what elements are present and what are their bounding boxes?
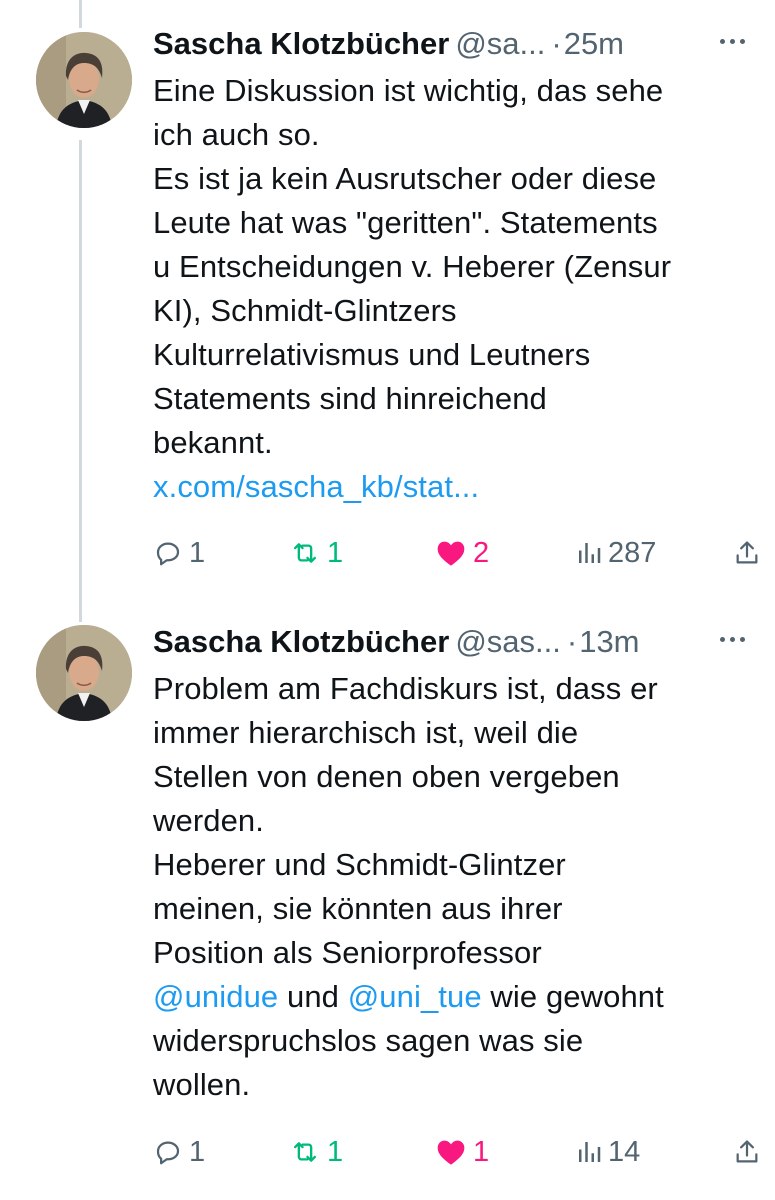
tweet-text: Problem am Fachdiskurs ist, dass er imme… — [153, 667, 755, 1107]
heart-icon — [437, 1140, 465, 1165]
text-line: Problem am Fachdiskurs ist, dass er — [153, 671, 658, 706]
retweet-button[interactable]: 1 — [289, 1132, 343, 1172]
separator-dot: · — [566, 624, 578, 659]
mention-uni-tue[interactable]: @uni_tue — [348, 979, 482, 1014]
like-button[interactable]: 2 — [435, 533, 489, 573]
retweet-icon — [293, 1142, 317, 1162]
tweet[interactable]: Sascha Klotzbücher @sa... · 25m Eine Dis… — [0, 0, 775, 600]
mention-connector: und — [278, 979, 348, 1014]
text-line: meinen, sie könnten aus ihrer — [153, 891, 563, 926]
text-line: Position als Seniorprofessor — [153, 935, 542, 970]
tweet-text: Eine Diskussion ist wichtig, das sehe ic… — [153, 69, 755, 509]
text-line: Kulturrelativismus und Leutners — [153, 337, 591, 372]
reply-button[interactable]: 1 — [153, 1132, 205, 1172]
retweet-count: 1 — [327, 536, 344, 569]
views-icon — [579, 543, 601, 563]
tweet-link[interactable]: x.com/sascha_kb/stat... — [153, 465, 755, 509]
text-line-with-mentions: @unidue und @uni_tue wie gewohnt — [153, 975, 755, 1019]
tweet[interactable]: Sascha Klotzbücher @sas... · 13m Problem… — [0, 600, 775, 1200]
author-handle[interactable]: @sas... — [455, 624, 561, 660]
text-line: wollen. — [153, 1067, 251, 1102]
views-button[interactable]: 14 — [576, 1132, 640, 1172]
text-line: immer hierarchisch ist, weil die — [153, 715, 579, 750]
timestamp[interactable]: 13m — [579, 624, 639, 660]
avatar[interactable] — [36, 32, 132, 128]
text-line: Leute hat was "geritten". Statements — [153, 205, 658, 240]
share-icon — [736, 1140, 758, 1163]
reply-button[interactable]: 1 — [153, 533, 205, 573]
retweet-icon — [293, 543, 317, 563]
text-line: Stellen von denen oben vergeben — [153, 759, 620, 794]
author-name[interactable]: Sascha Klotzbücher — [153, 26, 449, 62]
text-line: ich auch so. — [153, 117, 320, 152]
separator-dot: · — [551, 26, 562, 61]
share-button[interactable] — [733, 1132, 761, 1172]
more-icon[interactable] — [715, 622, 749, 656]
text-line: werden. — [153, 803, 264, 838]
reply-count: 1 — [189, 536, 206, 569]
text-line: KI), Schmidt-Glintzers — [153, 293, 457, 328]
text-line: widerspruchslos sagen was sie — [153, 1023, 584, 1058]
view-count: 14 — [608, 1135, 641, 1168]
retweet-count: 1 — [327, 1135, 344, 1168]
reply-count: 1 — [189, 1135, 206, 1168]
like-count: 1 — [473, 1135, 490, 1168]
views-button[interactable]: 287 — [576, 533, 656, 573]
like-count: 2 — [473, 536, 490, 569]
timestamp[interactable]: 25m — [564, 26, 624, 62]
retweet-button[interactable]: 1 — [289, 533, 343, 573]
text-line: Statements sind hinreichend — [153, 381, 547, 416]
share-button[interactable] — [733, 533, 761, 573]
text-line: Heberer und Schmidt-Glintzer — [153, 847, 566, 882]
view-count: 287 — [608, 536, 657, 569]
views-icon — [579, 1142, 601, 1162]
author-handle[interactable]: @sa... — [455, 26, 545, 62]
reply-icon — [156, 1141, 180, 1165]
text-line: u Entscheidungen v. Heberer (Zensur — [153, 249, 672, 284]
action-bar: 1 1 2 287 — [153, 533, 775, 573]
tweet-header: Sascha Klotzbücher @sas... · 13m — [153, 620, 755, 664]
reply-icon — [156, 542, 180, 566]
mention-unidue[interactable]: @unidue — [153, 979, 278, 1014]
text-line: Eine Diskussion ist wichtig, das sehe — [153, 73, 664, 108]
action-bar: 1 1 1 14 — [153, 1132, 775, 1172]
like-button[interactable]: 1 — [435, 1132, 489, 1172]
text-line: Es ist ja kein Ausrutscher oder diese — [153, 161, 657, 196]
more-icon[interactable] — [715, 24, 749, 58]
text-line: bekannt. — [153, 425, 273, 460]
share-icon — [736, 541, 758, 564]
tweet-header: Sascha Klotzbücher @sa... · 25m — [153, 22, 755, 66]
author-name[interactable]: Sascha Klotzbücher — [153, 624, 449, 660]
heart-icon — [437, 541, 465, 566]
avatar[interactable] — [36, 625, 132, 721]
mention-trailing-text: wie gewohnt — [481, 979, 664, 1014]
